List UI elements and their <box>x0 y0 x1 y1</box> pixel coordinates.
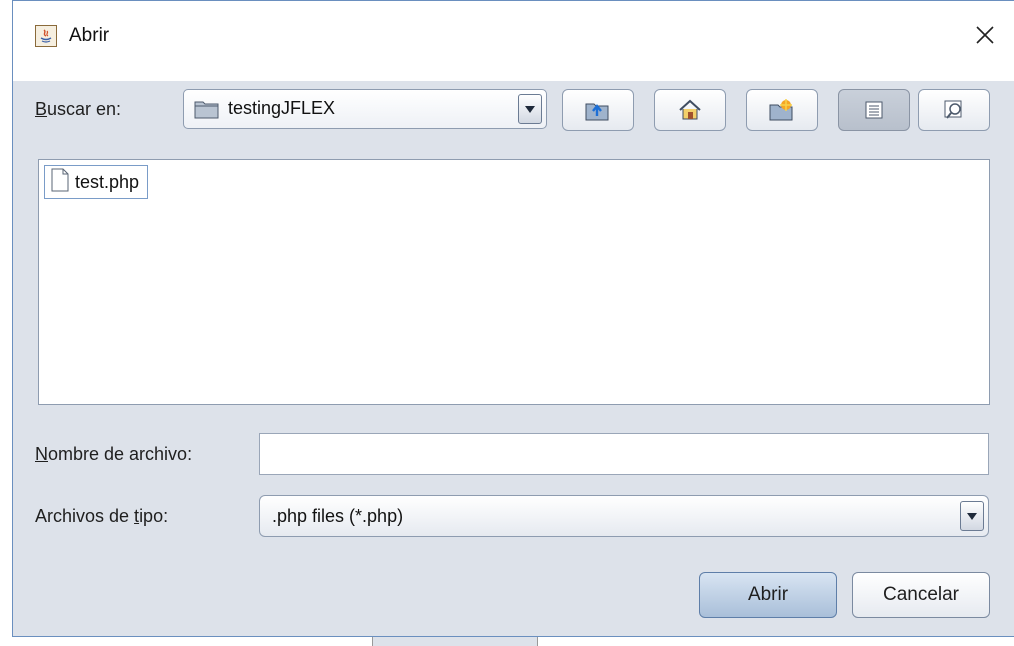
filename-field[interactable] <box>259 433 989 475</box>
file-type-combo[interactable]: .php files (*.php) <box>259 495 989 537</box>
java-icon <box>35 25 57 47</box>
up-one-level-button[interactable] <box>562 89 634 131</box>
home-button[interactable] <box>654 89 726 131</box>
new-folder-button[interactable] <box>746 89 818 131</box>
details-view-button[interactable] <box>918 89 990 131</box>
list-view-icon <box>865 101 883 119</box>
look-in-dropdown-button[interactable] <box>518 94 542 124</box>
file-type-value: .php files (*.php) <box>272 506 404 526</box>
file-name: test.php <box>75 171 140 192</box>
filename-label: Nombre de archivo: <box>35 444 192 465</box>
list-view-button[interactable] <box>838 89 910 131</box>
file-type-label-pre: Archivos de <box>35 506 135 526</box>
open-file-dialog: Abrir Buscar en: testingJFLEX test.php N… <box>12 0 1014 637</box>
filename-mnemonic: N <box>35 444 48 464</box>
chevron-down-icon <box>967 513 977 520</box>
home-icon <box>679 99 701 120</box>
folder-icon <box>194 98 220 125</box>
folder-up-icon <box>585 103 609 121</box>
details-view-icon <box>944 100 962 119</box>
file-type-label: Archivos de tipo: <box>35 506 168 527</box>
window-title: Abrir <box>69 25 110 46</box>
file-type-dropdown-button[interactable] <box>960 501 984 531</box>
filename-label-text: ombre de archivo: <box>48 444 193 464</box>
look-in-label: Buscar en: <box>35 99 121 120</box>
file-icon <box>51 168 69 197</box>
look-in-label-text: uscar en: <box>47 99 122 119</box>
taskbar-fragment <box>372 637 538 646</box>
look-in-combo[interactable]: testingJFLEX <box>183 89 547 129</box>
cancel-button[interactable]: Cancelar <box>852 572 990 618</box>
close-icon <box>976 26 994 44</box>
file-item[interactable]: test.php <box>44 165 149 199</box>
file-type-label-post: ipo: <box>139 506 169 526</box>
look-in-mnemonic: B <box>35 99 48 119</box>
look-in-value: testingJFLEX <box>228 98 336 118</box>
close-button[interactable] <box>965 15 1005 55</box>
open-button[interactable]: Abrir <box>699 572 837 618</box>
new-folder-icon <box>769 99 793 121</box>
file-list[interactable]: test.php <box>38 159 990 405</box>
chevron-down-icon <box>525 106 535 113</box>
title-bar[interactable]: Abrir <box>13 1 1014 81</box>
